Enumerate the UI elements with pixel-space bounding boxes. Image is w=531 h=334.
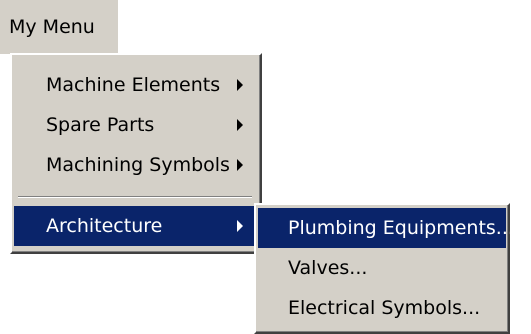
menu-item-label: Spare Parts xyxy=(46,114,155,136)
chevron-right-icon xyxy=(237,119,243,131)
menu-item-electrical-symbols[interactable]: Electrical Symbols... xyxy=(258,288,506,328)
menu-item-label: Valves... xyxy=(288,257,368,279)
chevron-right-icon xyxy=(237,79,243,91)
menu-item-machine-elements[interactable]: Machine Elements xyxy=(14,65,256,105)
menu-item-machining-symbols[interactable]: Machining Symbols xyxy=(14,145,256,185)
menu-item-label: Electrical Symbols... xyxy=(288,297,481,319)
menubar-item-my-menu[interactable]: My Menu xyxy=(0,0,118,54)
menu-item-label: Architecture xyxy=(46,215,163,237)
menu-item-architecture[interactable]: Architecture xyxy=(14,206,256,246)
menu-separator xyxy=(18,196,252,198)
chevron-right-icon xyxy=(237,159,243,171)
dropdown-menu: Machine Elements Spare Parts Machining S… xyxy=(10,53,262,254)
menu-item-plumbing-equipments[interactable]: Plumbing Equipments... xyxy=(258,208,514,248)
chevron-right-icon xyxy=(237,220,243,232)
submenu-architecture: Plumbing Equipments... Valves... Electri… xyxy=(254,203,514,334)
menu-item-valves[interactable]: Valves... xyxy=(258,248,506,288)
menubar-item-label: My Menu xyxy=(9,16,95,38)
menu-item-label: Plumbing Equipments... xyxy=(288,217,514,239)
menu-item-label: Machine Elements xyxy=(46,74,221,96)
menu-item-label: Machining Symbols xyxy=(46,154,230,176)
menu-item-spare-parts[interactable]: Spare Parts xyxy=(14,105,256,145)
